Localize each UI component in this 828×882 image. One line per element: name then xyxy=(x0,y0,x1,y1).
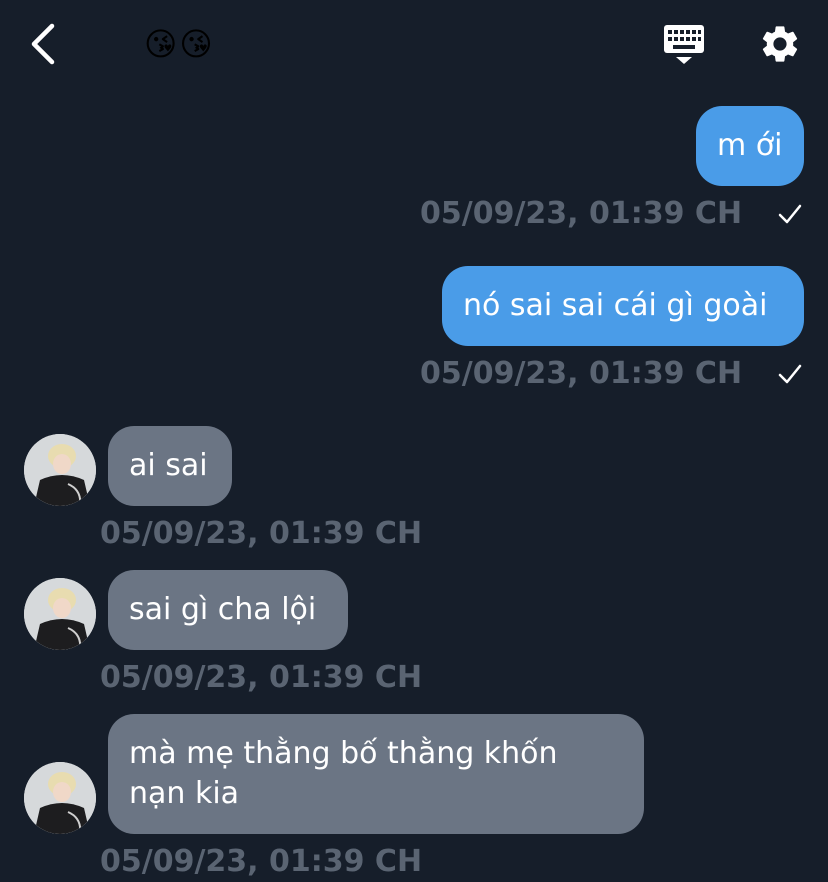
message-timestamp: 05/09/23, 01:39 CH xyxy=(420,196,743,231)
incoming-message-bubble[interactable]: sai gì cha lội xyxy=(108,570,348,650)
gear-icon xyxy=(762,26,798,62)
keyboard-icon xyxy=(664,25,704,64)
message-timestamp: 05/09/23, 01:39 CH xyxy=(100,660,423,695)
incoming-message-bubble[interactable]: ai sai xyxy=(108,426,232,506)
keyboard-button[interactable] xyxy=(662,22,706,66)
contact-avatar[interactable] xyxy=(24,578,96,650)
avatar-image xyxy=(24,578,96,650)
outgoing-message-bubble[interactable]: nó sai sai cái gì goài xyxy=(442,266,804,346)
settings-button[interactable] xyxy=(758,22,802,66)
contact-avatar[interactable] xyxy=(24,762,96,834)
contact-avatar[interactable] xyxy=(24,434,96,506)
checkmark-icon xyxy=(778,204,802,224)
message-timestamp: 05/09/23, 01:39 CH xyxy=(420,356,743,391)
back-button[interactable] xyxy=(28,22,62,66)
chevron-left-icon xyxy=(31,23,55,65)
message-timestamp: 05/09/23, 01:39 CH xyxy=(100,516,423,551)
chat-title: 😘😘 xyxy=(144,25,215,63)
outgoing-message-bubble[interactable]: m ới xyxy=(696,106,804,186)
avatar-image xyxy=(24,434,96,506)
message-timestamp: 05/09/23, 01:39 CH xyxy=(100,844,423,879)
checkmark-icon xyxy=(778,364,802,384)
chat-header: 😘😘 xyxy=(0,0,828,90)
incoming-message-bubble[interactable]: mà mẹ thằng bố thằng khốn nạn kia xyxy=(108,714,644,834)
avatar-image xyxy=(24,762,96,834)
